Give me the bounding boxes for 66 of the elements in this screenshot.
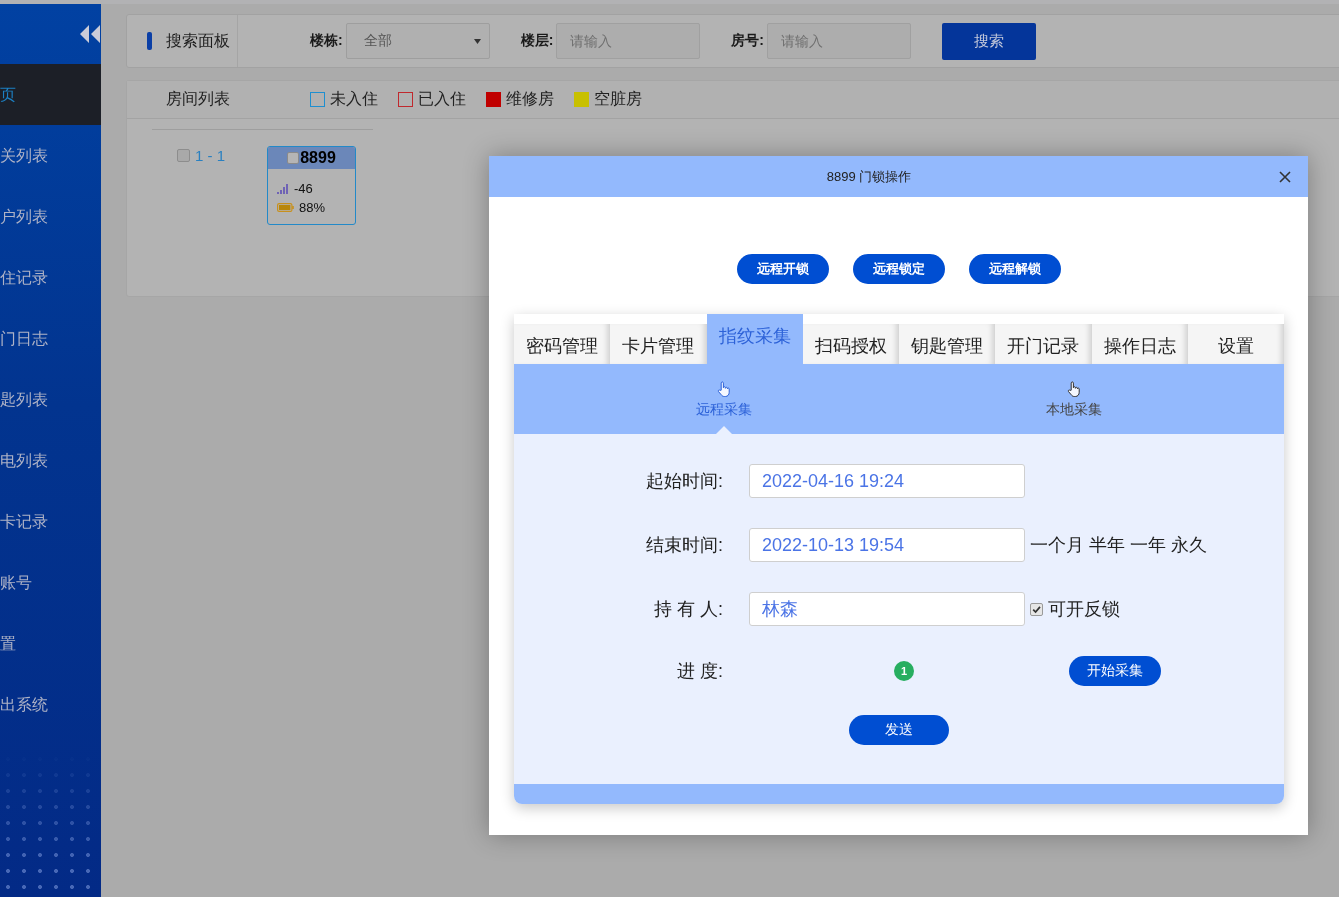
filter-input[interactable]: 请输入	[767, 23, 911, 59]
preset-link[interactable]: 半年	[1089, 533, 1125, 557]
accent-bar-icon	[147, 32, 152, 50]
step-badge: 1	[894, 661, 914, 681]
sidebar-item[interactable]: 户列表	[0, 186, 101, 247]
date-field[interactable]: 2022-10-13 19:54	[749, 528, 1025, 562]
tab[interactable]: 操作日志	[1091, 324, 1188, 364]
sidebar-item[interactable]: 置	[0, 613, 101, 674]
checkbox[interactable]	[1030, 602, 1043, 616]
legend-label: 已入住	[418, 89, 466, 109]
action-button[interactable]: 远程解锁	[968, 254, 1061, 284]
signal-value: -46	[294, 181, 313, 196]
panel-title: 搜索面板	[166, 30, 230, 51]
holder-field[interactable]: 林森	[749, 592, 1025, 626]
filter-label: 楼栋:	[310, 32, 343, 50]
checkbox[interactable]	[177, 149, 190, 162]
sidebar-item[interactable]: 账号	[0, 552, 101, 613]
sidebar-item[interactable]: 关列表	[0, 125, 101, 186]
tab[interactable]: 开门记录	[995, 324, 1092, 364]
dialog-title: 8899 门锁操作	[826, 167, 912, 186]
sidebar-item[interactable]: 页	[0, 64, 101, 125]
field-label: 起始时间:	[645, 470, 723, 493]
filter-label: 房号:	[731, 32, 764, 50]
legend-label: 空脏房	[594, 89, 642, 109]
preset-link[interactable]: 永久	[1171, 533, 1207, 557]
option-label: 可开反锁	[1048, 598, 1120, 621]
preset-link[interactable]: 一个月	[1030, 533, 1084, 557]
sidebar-item[interactable]: 门日志	[0, 308, 101, 369]
filter-label: 楼层:	[520, 32, 554, 50]
subtab[interactable]: 本地采集	[899, 364, 1249, 434]
caret-icon	[473, 38, 481, 44]
close-icon[interactable]	[1279, 170, 1291, 183]
hand-pointer-icon	[1067, 381, 1081, 397]
battery-value: 88%	[299, 200, 326, 215]
sidebar-item[interactable]: 卡记录	[0, 491, 101, 552]
sidebar-item[interactable]: 电列表	[0, 430, 101, 491]
tab[interactable]: 密码管理	[514, 324, 611, 364]
field-label: 持 有 人:	[653, 598, 723, 621]
search-button[interactable]: 搜索	[942, 22, 1036, 60]
sidebar-item[interactable]: 住记录	[0, 247, 101, 308]
sidebar-item[interactable]: 匙列表	[0, 369, 101, 430]
action-button[interactable]: 远程开锁	[736, 254, 829, 284]
action-button[interactable]: 远程锁定	[852, 254, 945, 284]
panel-title: 房间列表	[166, 89, 231, 109]
battery-icon	[277, 203, 294, 212]
legend-label: 维修房	[506, 89, 554, 109]
filter-input[interactable]: 请输入	[556, 23, 701, 59]
field-label: 结束时间:	[645, 534, 723, 557]
signal-icon	[277, 183, 289, 194]
legend-label: 未入住	[330, 89, 378, 109]
tab[interactable]: 钥匙管理	[899, 324, 996, 364]
preset-link[interactable]: 一年	[1130, 533, 1166, 557]
tab[interactable]: 扫码授权	[802, 324, 899, 364]
room-number: 8899	[300, 149, 336, 167]
send-button[interactable]: 发送	[849, 715, 949, 745]
collapse-icon[interactable]	[79, 24, 101, 44]
checkbox[interactable]	[287, 152, 300, 164]
dropdown[interactable]: 全部	[345, 23, 490, 59]
sidebar-item[interactable]: 出系统	[0, 674, 101, 735]
field-label: 进 度:	[676, 660, 723, 683]
tab[interactable]: 卡片管理	[610, 324, 707, 364]
room-card[interactable]: 8899 -46 88%	[267, 146, 356, 225]
hand-pointer-icon	[717, 381, 731, 397]
start-button[interactable]: 开始采集	[1069, 656, 1161, 686]
tab[interactable]: 设置	[1187, 324, 1284, 364]
date-field[interactable]: 2022-04-16 19:24	[749, 464, 1025, 498]
